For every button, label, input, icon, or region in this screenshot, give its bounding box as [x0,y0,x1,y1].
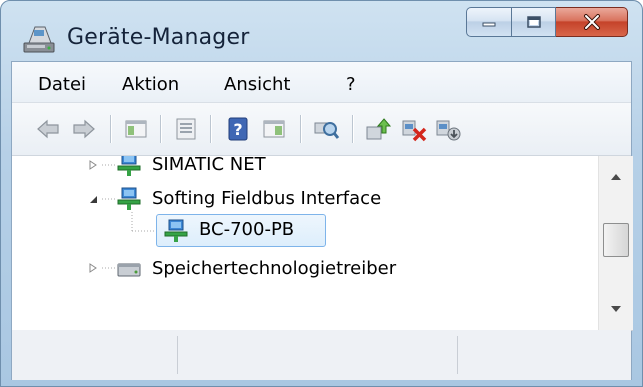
title-bar[interactable]: Geräte-Manager [1,1,642,61]
uninstall-icon[interactable] [400,115,428,143]
scroll-thumb[interactable] [603,223,629,257]
network-device-icon [117,187,141,210]
tree-node-label: Softing Fieldbus Interface [152,188,382,209]
close-icon [583,14,600,30]
toolbar-separator [110,115,111,143]
menu-ansicht[interactable]: Ansicht [224,74,290,95]
vertical-scrollbar[interactable] [598,156,633,330]
scroll-down-button[interactable] [599,292,633,326]
update-driver-icon[interactable] [364,115,392,143]
maximize-icon [526,16,541,28]
status-cell [458,336,632,374]
show-hide-console-tree-icon[interactable] [122,115,150,143]
maximize-button[interactable] [512,7,556,37]
action-pane-icon[interactable] [260,115,288,143]
device-manager-window: Geräte-Manager Datei Aktion Ansicht ? ? … [0,0,643,387]
menu-help[interactable]: ? [346,74,356,95]
chevron-up-icon [611,174,621,180]
collapsed-expander-icon[interactable] [88,160,98,170]
scan-hardware-icon[interactable] [312,115,340,143]
collapsed-expander-icon[interactable] [88,263,98,273]
tree-node-simatic-net[interactable]: SIMATIC NET [152,156,266,175]
help-icon[interactable]: ? [224,115,252,143]
status-cell [12,336,178,374]
toolbar-separator [210,115,211,143]
forward-icon[interactable] [70,115,98,143]
minimize-button[interactable] [466,7,512,37]
tree-node-label: SIMATIC NET [152,156,266,175]
back-icon[interactable] [34,115,62,143]
tree-node-label: BC-700-PB [199,219,295,240]
toolbar-separator [300,115,301,143]
network-device-icon [164,219,188,242]
status-bar [12,330,631,380]
device-tree[interactable]: SIMATIC NET Softing Fieldbus Interface B… [12,156,633,331]
device-manager-icon [23,26,55,53]
properties-icon[interactable] [172,115,200,143]
caption-buttons [466,7,628,39]
storage-icon [117,263,141,277]
tree-node-bc-700-pb[interactable]: BC-700-PB [156,214,326,247]
chevron-down-icon [611,306,621,312]
window-title: Geräte-Manager [67,25,250,50]
toolbar-separator [352,115,353,143]
tree-node-label: Speichertechnologietreiber [152,258,397,279]
menu-bar: Datei Aktion Ansicht ? [12,62,631,103]
status-cell [178,336,458,374]
menu-datei[interactable]: Datei [38,74,86,95]
expanded-expander-icon[interactable] [88,194,98,204]
tree-node-softing-fieldbus-interface[interactable]: Softing Fieldbus Interface [152,188,381,209]
network-device-icon [117,156,141,176]
disable-device-icon[interactable] [434,115,462,143]
tree-node-speichertechnologietreiber[interactable]: Speichertechnologietreiber [152,258,396,279]
menu-aktion[interactable]: Aktion [122,74,179,95]
scroll-up-button[interactable] [599,160,633,194]
close-button[interactable] [556,7,628,37]
toolbar-separator [160,115,161,143]
toolbar: ? [12,103,631,156]
client-area: Datei Aktion Ansicht ? ? SIMATIC NET Sof… [11,61,633,380]
svg-text:?: ? [233,120,242,139]
minimize-icon [482,22,496,27]
